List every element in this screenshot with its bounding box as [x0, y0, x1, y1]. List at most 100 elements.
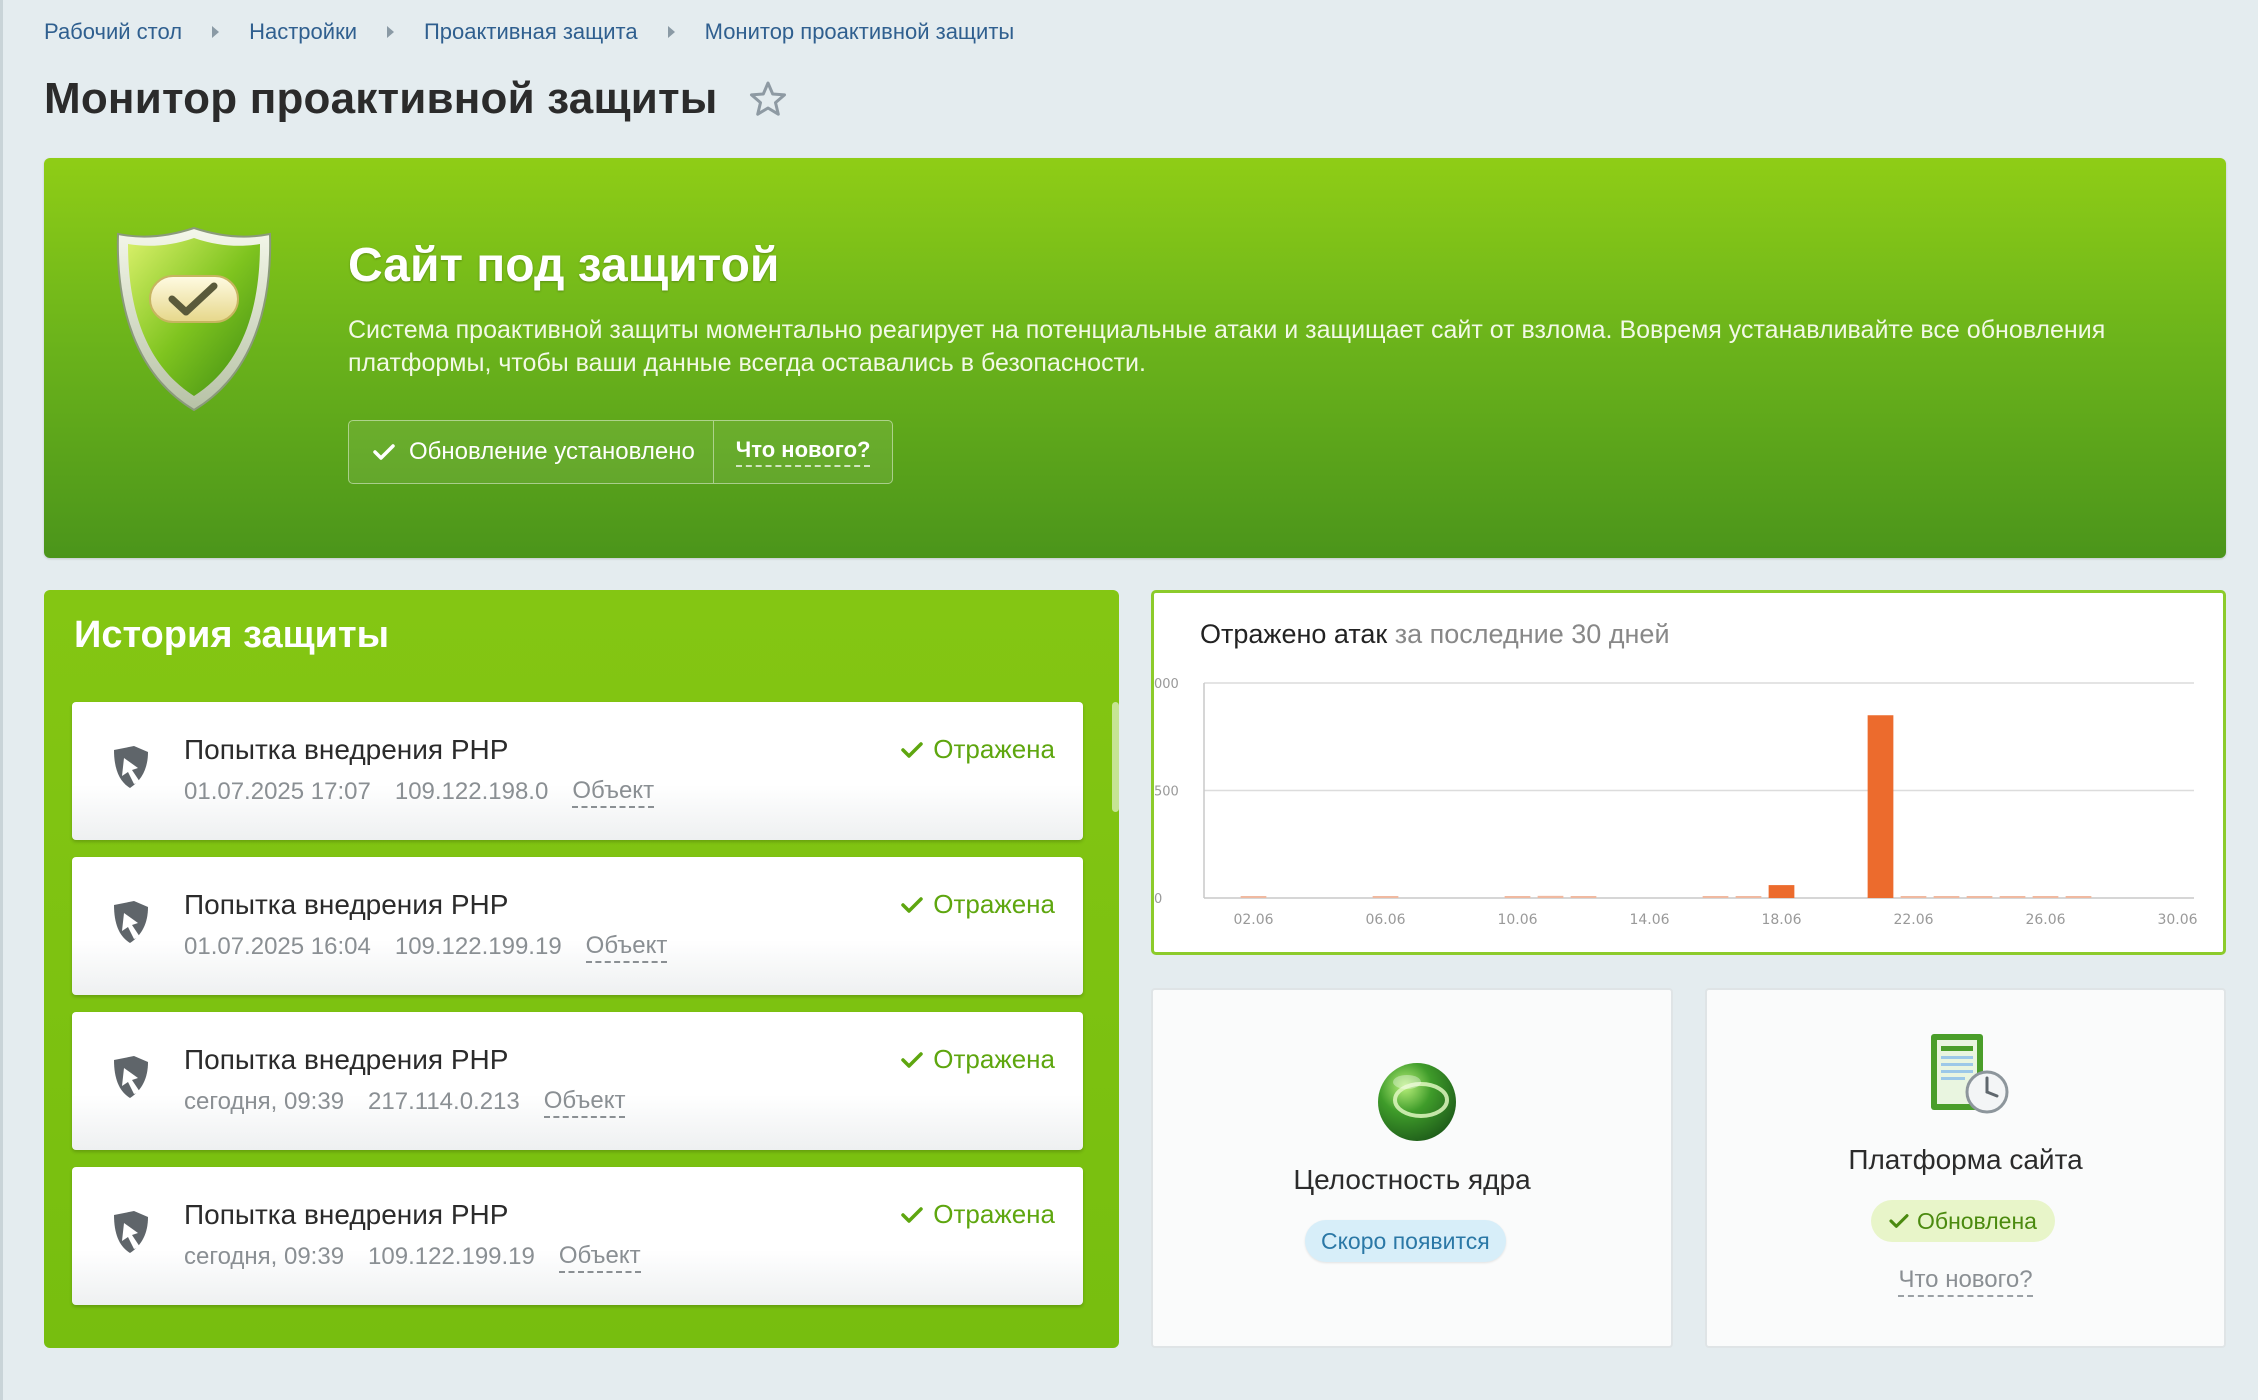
chart-y-tick-label: 000: [1154, 677, 1179, 692]
chart-x-tick-label: 26.06: [2025, 912, 2065, 928]
platform-card: Платформа сайта Обновлена Что нового?: [1705, 988, 2226, 1348]
breadcrumb-separator-icon: [667, 26, 675, 38]
attacks-bar-chart: 000 500 0 02.06 06.06 10.06 14.06 18.06 22.06 26.…: [1154, 677, 2198, 928]
history-item-title: Попытка внедрения PHP: [184, 1044, 509, 1075]
history-item-title: Попытка внедрения PHP: [184, 889, 509, 920]
history-item-time: сегодня, 09:39: [184, 1243, 345, 1270]
history-item-meta: 01.07.2025 17:07 109.122.198.0 Объект: [184, 778, 655, 808]
chart-bar: [2065, 896, 2092, 898]
history-item-ip: 109.122.199.19: [368, 1243, 535, 1270]
chart-bar: [1537, 895, 1564, 898]
chart-x-tick-label: 18.06: [1761, 912, 1801, 928]
whats-new-label: Что нового?: [735, 437, 871, 467]
check-icon: [901, 741, 924, 758]
update-status: Обновление установлено: [349, 421, 714, 483]
history-scrollbar[interactable]: [1112, 702, 1119, 812]
attacks-chart-panel: Отражено атак за последние 30 дней 000 50…: [1151, 590, 2226, 955]
check-icon: [901, 896, 924, 913]
chart-bar: [1999, 896, 2026, 898]
history-item-meta: сегодня, 09:39 217.114.0.213 Объект: [184, 1088, 626, 1118]
chart-bar: [1504, 896, 1531, 898]
platform-updated-badge: Обновлена: [1871, 1200, 2055, 1242]
history-item-object-link[interactable]: Объект: [572, 778, 655, 808]
chart-heading: Отражено атак за последние 30 дней: [1200, 619, 1670, 650]
chart-bar: [1867, 715, 1894, 898]
history-item-status-label: Отражена: [933, 1044, 1055, 1074]
chart-bar: [1240, 896, 1267, 898]
platform-title: Платформа сайта: [1848, 1144, 2083, 1175]
check-icon: [1889, 1214, 1909, 1228]
chart-bar: [1735, 896, 1762, 898]
history-item[interactable]: Попытка внедрения PHP сегодня, 09:39 217…: [72, 1012, 1083, 1150]
history-item-ip: 217.114.0.213: [368, 1088, 520, 1115]
history-item[interactable]: Попытка внедрения PHP 01.07.2025 16:04 1…: [72, 857, 1083, 995]
favorite-star-icon[interactable]: [748, 79, 788, 119]
breadcrumb: Рабочий стол Настройки Проактивная защит…: [44, 16, 1014, 48]
breadcrumb-settings[interactable]: Настройки: [249, 19, 357, 45]
platform-whats-new-link[interactable]: Что нового?: [1707, 1266, 2224, 1297]
breadcrumb-separator-icon: [212, 26, 220, 38]
breadcrumb-monitor[interactable]: Монитор проактивной защиты: [705, 19, 1015, 45]
shield-alert-icon: [114, 901, 148, 943]
history-item-meta: сегодня, 09:39 109.122.199.19 Объект: [184, 1243, 641, 1273]
platform-updated-label: Обновлена: [1917, 1208, 2037, 1234]
history-item-object-link[interactable]: Объект: [543, 1088, 626, 1118]
update-action-group: Обновление установлено Что нового?: [348, 420, 894, 484]
chart-x-tick-label: 06.06: [1365, 912, 1405, 928]
page-title: Монитор проактивной защиты: [44, 74, 718, 123]
whats-new-button[interactable]: Что нового?: [714, 421, 893, 483]
chart-x-tick-label: 22.06: [1893, 912, 1933, 928]
hero-title: Сайт под защитой: [348, 239, 780, 292]
chart-bar: [1702, 896, 1729, 898]
server-clock-icon: [1931, 1034, 2009, 1114]
shield-alert-icon: [114, 1211, 148, 1253]
chart-bar: [1900, 896, 1927, 898]
history-item-status: Отражена: [901, 1044, 1055, 1075]
protection-history-panel: История защиты Попытка внедрения PHP 01.…: [44, 590, 1119, 1348]
history-item-time: 01.07.2025 16:04: [184, 933, 371, 960]
chart-x-tick-label: 10.06: [1497, 912, 1537, 928]
shield-check-icon: [116, 226, 272, 412]
chart-x-tick-label: 30.06: [2157, 912, 2197, 928]
shield-alert-icon: [114, 1056, 148, 1098]
page-title-row: Монитор проактивной защиты: [44, 74, 788, 124]
history-item[interactable]: Попытка внедрения PHP 01.07.2025 17:07 1…: [72, 702, 1083, 840]
history-item-ip: 109.122.198.0: [394, 778, 549, 805]
platform-whats-new-label: Что нового?: [1898, 1266, 2033, 1297]
check-icon: [901, 1051, 924, 1068]
chart-x-tick-label: 14.06: [1629, 912, 1669, 928]
history-item-time: 01.07.2025 17:07: [184, 778, 371, 805]
chart-bar: [1966, 896, 1993, 898]
chart-bar: [1933, 896, 1960, 898]
chart-heading-sub: за последние 30 дней: [1394, 619, 1670, 649]
history-item-ip: 109.122.199.19: [394, 933, 562, 960]
coming-soon-badge: Скоро появится: [1305, 1220, 1506, 1262]
breadcrumb-proactive[interactable]: Проактивная защита: [424, 19, 638, 45]
shield-alert-icon: [114, 746, 148, 788]
breadcrumb-desktop[interactable]: Рабочий стол: [44, 19, 182, 45]
history-item-meta: 01.07.2025 16:04 109.122.199.19 Объект: [184, 933, 668, 963]
history-item[interactable]: Попытка внедрения PHP сегодня, 09:39 109…: [72, 1167, 1083, 1305]
breadcrumb-separator-icon: [386, 26, 394, 38]
chart-bar: [1570, 896, 1597, 898]
kernel-integrity-card: Целостность ядра Скоро появится: [1151, 988, 1673, 1348]
kernel-title: Целостность ядра: [1293, 1164, 1531, 1195]
globe-icon: [1378, 1063, 1456, 1141]
chart-x-tick-label: 02.06: [1233, 912, 1273, 928]
history-item-object-link[interactable]: Объект: [558, 1243, 641, 1273]
history-item-object-link[interactable]: Объект: [585, 933, 668, 963]
history-item-status: Отражена: [901, 734, 1055, 765]
update-status-label: Обновление установлено: [409, 438, 695, 465]
history-item-status-label: Отражена: [933, 1199, 1055, 1229]
chart-bar: [1372, 896, 1399, 898]
left-edge: [0, 0, 3, 1400]
history-item-status: Отражена: [901, 1199, 1055, 1230]
history-item-status-label: Отражена: [933, 734, 1055, 764]
history-item-status-label: Отражена: [933, 889, 1055, 919]
chart-bar: [2032, 896, 2059, 898]
history-item-time: сегодня, 09:39: [184, 1088, 345, 1115]
history-title: История защиты: [74, 614, 390, 656]
history-item-title: Попытка внедрения PHP: [184, 1199, 509, 1230]
history-item-status: Отражена: [901, 889, 1055, 920]
history-list: Попытка внедрения PHP 01.07.2025 17:07 1…: [72, 702, 1083, 1322]
